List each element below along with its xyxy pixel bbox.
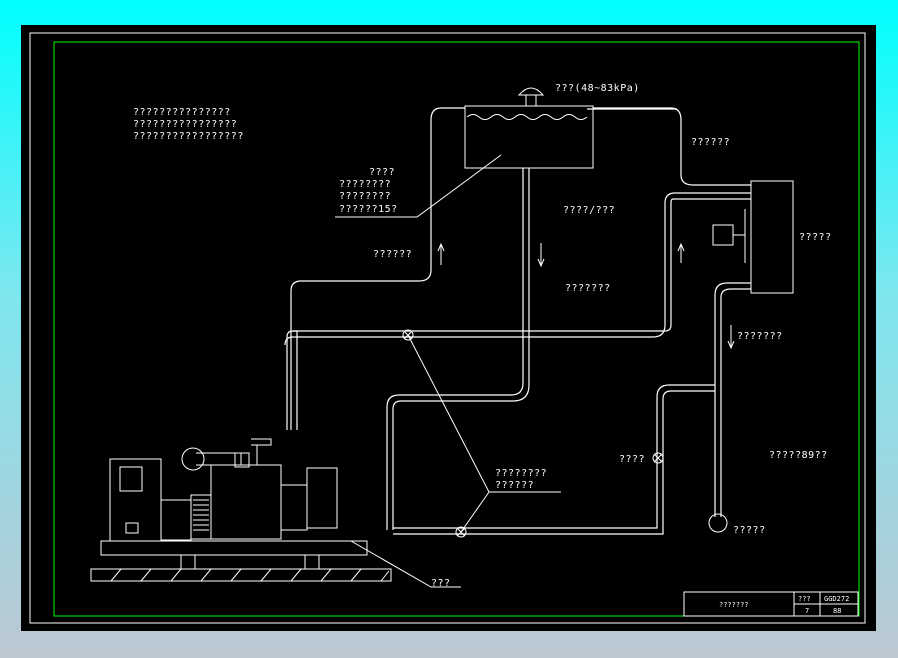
arrow-up-icon-2 (677, 242, 685, 263)
pipe-right-branch (393, 384, 715, 529)
arrow-up-icon (437, 242, 445, 265)
tank-note-4: ??????15? (339, 204, 398, 215)
title-block-page: 88 (833, 607, 841, 615)
pipe-tank-to-engine (290, 107, 465, 430)
tank-note-1: ???? (369, 167, 395, 178)
label-radiator-inlet: ?????? (691, 137, 730, 148)
valve-leader-bottom (460, 491, 490, 533)
title-block-code: GGD272 (824, 595, 849, 603)
label-rising-left: ?????? (373, 249, 412, 260)
note-line-3: ????????????????? (133, 131, 244, 142)
tank-note-2: ???????? (339, 179, 391, 190)
radiator-fan-motor (712, 224, 734, 246)
title-block-name: ??????? (719, 601, 749, 609)
label-radiator: ????? (799, 232, 832, 243)
label-valve-right: ???? (619, 454, 645, 465)
engine-baseplate (90, 540, 392, 582)
radiator (750, 180, 794, 294)
pressure-cap-icon (517, 87, 545, 107)
tank-note-3: ???????? (339, 191, 391, 202)
valve-note-2: ?????? (495, 480, 534, 491)
label-center-mid: ??????? (565, 283, 611, 294)
label-base: ??? (431, 578, 451, 589)
arrow-down-icon (537, 243, 545, 268)
cad-drawing-canvas[interactable]: ??????????????? ???????????????? ???????… (21, 25, 876, 631)
water-pump-icon (708, 513, 728, 533)
pipe-radiator-bottom-inner (720, 288, 751, 517)
engine-generator-set (109, 438, 338, 542)
note-line-2: ???????????????? (133, 119, 237, 130)
title-block-sheet: 7 (805, 607, 809, 615)
pipe-riser-left (286, 330, 298, 430)
note-line-1: ??????????????? (133, 107, 231, 118)
pipe-radiator-to-center-inner (293, 198, 751, 332)
cooling-system-diagram: ??????????????? ???????????????? ???????… (29, 32, 866, 624)
expansion-tank (464, 105, 594, 169)
pressure-cap-label: ???(48~83kPa) (555, 83, 640, 94)
arrow-down-icon-2 (727, 325, 735, 350)
pipe-radiator-to-center (284, 192, 751, 346)
valve-icon-right (652, 452, 664, 464)
label-right-low: ?????89?? (769, 450, 828, 461)
title-block-field-label: ??? (798, 595, 811, 603)
label-center-top: ????/??? (563, 205, 615, 216)
radiator-fan-icon (733, 209, 746, 263)
label-right-down: ??????? (737, 331, 783, 342)
valve-note-1: ???????? (495, 468, 547, 479)
pipe-right-branch-inner (393, 390, 715, 535)
label-pump: ????? (733, 525, 766, 536)
